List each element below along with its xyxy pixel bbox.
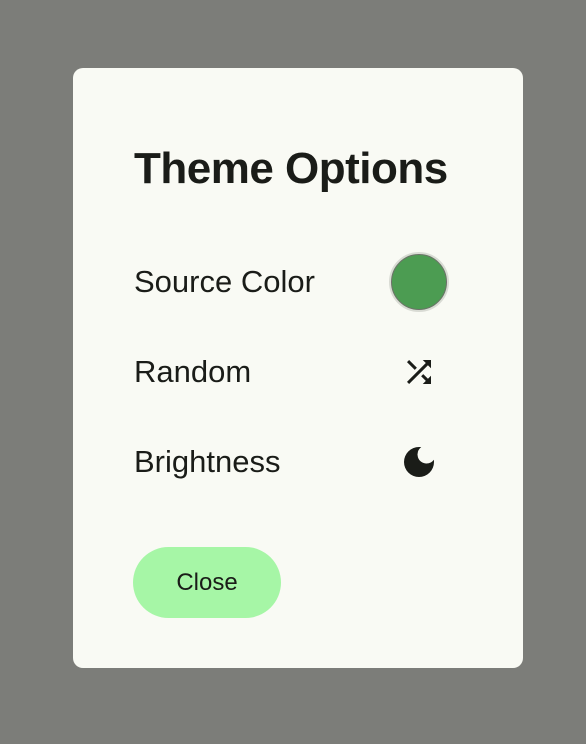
source-color-row: Source Color [134, 252, 454, 312]
close-button[interactable]: Close [133, 547, 281, 618]
brightness-toggle[interactable] [384, 427, 454, 497]
source-color-swatch[interactable] [389, 252, 449, 312]
shuffle-icon [407, 360, 431, 384]
random-row: Random [134, 342, 454, 402]
brightness-label: Brightness [134, 444, 281, 479]
random-button[interactable] [384, 337, 454, 407]
random-label: Random [134, 354, 252, 389]
theme-options-dialog: Theme Options Source Color Random Bright… [73, 68, 523, 668]
dialog-title: Theme Options [134, 144, 448, 193]
source-color-picker[interactable] [384, 247, 454, 317]
brightness-row: Brightness [134, 432, 454, 492]
dark-mode-moon-icon [404, 447, 434, 477]
source-color-label: Source Color [134, 264, 315, 299]
